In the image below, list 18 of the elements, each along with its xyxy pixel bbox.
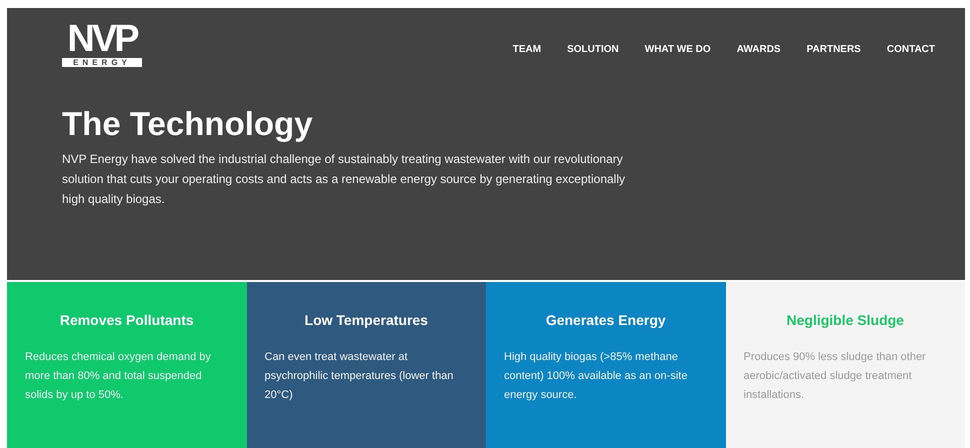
- nav-link[interactable]: PARTNERS: [806, 44, 861, 55]
- feature-text: High quality biogas (>85% methane content) 100% available as an on-site energy source.: [504, 350, 688, 403]
- nav-link[interactable]: AWARDS: [736, 44, 781, 55]
- feature-title: Low Temperatures: [304, 312, 429, 328]
- feature-title: Negligible Sludge: [786, 312, 905, 328]
- logo-subtitle: ENERGY: [62, 58, 142, 67]
- nav-link[interactable]: CONTACT: [886, 44, 935, 55]
- nav-link[interactable]: WHAT WE DO: [644, 44, 711, 55]
- logo-mark[interactable]: NVP: [62, 22, 142, 56]
- hero-title: The Technology: [62, 105, 314, 143]
- feature-text: Produces 90% less sludge than other aerobic/activated sludge treatment installations.: [744, 350, 927, 403]
- feature-title: Generates Energy: [544, 312, 667, 328]
- feature-title: Removes Pollutants: [58, 312, 195, 328]
- nav-link[interactable]: TEAM: [512, 44, 542, 55]
- feature-text: Reduces chemical oxygen demand by more than 80% and total suspended solids by up to 50%.: [25, 350, 212, 403]
- feature-text: Can even treat wastewater at psychrophilic temperatures (lower than 20°C): [264, 350, 454, 403]
- nav-link[interactable]: SOLUTION: [567, 44, 619, 55]
- hero-text: NVP Energy have solved the industrial challenge of sustainably treating wastewater with our revolutionary solution that cuts your operating costs and acts as a renewable energy source by generating exceptionally high quality biogas.: [62, 151, 626, 208]
